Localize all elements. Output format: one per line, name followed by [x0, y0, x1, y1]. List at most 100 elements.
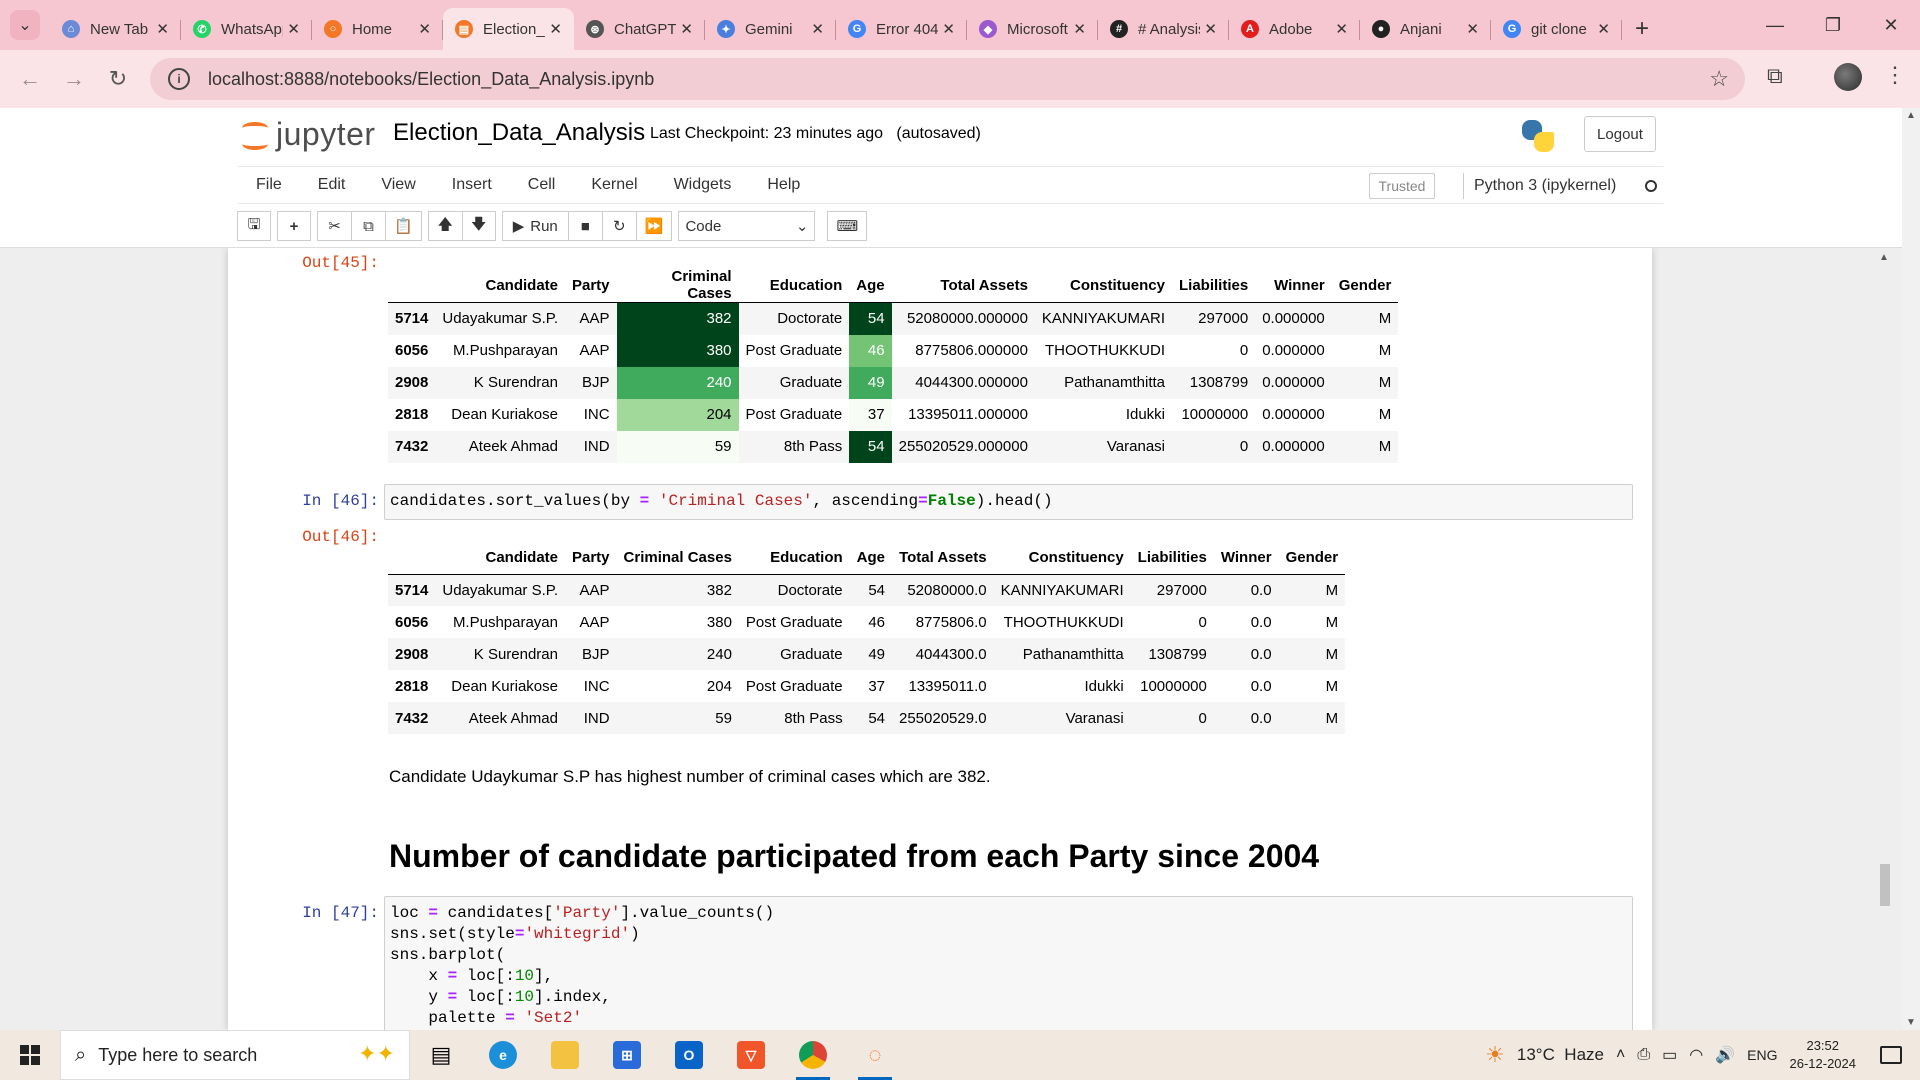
- cut-button[interactable]: ✂: [317, 211, 351, 241]
- browser-tab[interactable]: ⊛ ChatGPT ✕: [574, 8, 705, 50]
- browser-tab[interactable]: ✦ Gemini ✕: [705, 8, 836, 50]
- new-tab-button[interactable]: +: [1622, 8, 1662, 50]
- menu-file[interactable]: File: [238, 166, 300, 204]
- browser-tab[interactable]: ▤ Election_Data_Analysis✕: [443, 8, 574, 50]
- close-icon[interactable]: ✕: [680, 20, 693, 38]
- kernel-name[interactable]: Python 3 (ipykernel): [1474, 177, 1616, 195]
- command-palette-button[interactable]: ⌨: [827, 211, 868, 241]
- menu-help[interactable]: Help: [749, 166, 818, 204]
- extensions-icon[interactable]: ⧉: [1767, 63, 1783, 89]
- battery-icon[interactable]: ▭: [1662, 1045, 1677, 1065]
- wifi-icon[interactable]: ◠: [1689, 1045, 1703, 1065]
- close-icon[interactable]: ✕: [156, 20, 169, 38]
- menu-kernel[interactable]: Kernel: [573, 166, 655, 204]
- close-icon[interactable]: ✕: [1466, 20, 1479, 38]
- taskbar-jupyter[interactable]: ◌: [844, 1030, 906, 1080]
- restart-run-all-button[interactable]: ⏩: [635, 211, 673, 241]
- close-icon[interactable]: ✕: [287, 20, 300, 38]
- close-icon[interactable]: ✕: [1335, 20, 1348, 38]
- cell-type-value: Code: [685, 217, 722, 235]
- column-header: Liabilities: [1172, 268, 1256, 303]
- run-button[interactable]: ▶ Run: [501, 211, 568, 241]
- restart-button[interactable]: ↻: [601, 211, 636, 241]
- move-up-button[interactable]: 🡅: [427, 211, 462, 241]
- browser-tab[interactable]: ● Anjani ✕: [1360, 8, 1491, 50]
- close-icon[interactable]: ✕: [942, 20, 955, 38]
- task-view-button[interactable]: ▤: [410, 1030, 472, 1080]
- browser-tab[interactable]: ○ Home ✕: [312, 8, 443, 50]
- close-icon[interactable]: ✕: [549, 20, 562, 38]
- copy-button[interactable]: ⧉: [351, 211, 385, 241]
- weather-icon[interactable]: ☀: [1485, 1042, 1505, 1068]
- browser-tab[interactable]: ◆ Microsoft ✕: [967, 8, 1098, 50]
- weather-text[interactable]: 13°C Haze: [1517, 1045, 1604, 1065]
- browser-tab[interactable]: # # Analysis ✕: [1098, 8, 1229, 50]
- close-icon[interactable]: ✕: [1597, 20, 1610, 38]
- meet-now-icon[interactable]: ⎙: [1637, 1046, 1650, 1064]
- minimize-icon[interactable]: —: [1746, 0, 1804, 50]
- code-cell-47[interactable]: loc = candidates['Party'].value_counts()…: [384, 896, 1633, 1030]
- trusted-indicator[interactable]: Trusted: [1369, 173, 1435, 199]
- menu-cell[interactable]: Cell: [510, 166, 574, 204]
- notebook-name[interactable]: Election_Data_Analysis: [393, 119, 645, 147]
- forward-button[interactable]: →: [52, 59, 96, 99]
- bookmark-star-icon[interactable]: ☆: [1709, 66, 1729, 92]
- tab-search-button[interactable]: ⌄: [0, 0, 50, 50]
- browser-tab[interactable]: Ggit clone ✕: [1491, 8, 1622, 50]
- table-cell: Post Graduate: [745, 342, 843, 359]
- table-cell: M: [1378, 374, 1392, 391]
- close-icon[interactable]: ✕: [418, 20, 431, 38]
- browser-tab[interactable]: G Error 404 ✕: [836, 8, 967, 50]
- move-down-button[interactable]: 🡇: [461, 211, 496, 241]
- menu-insert[interactable]: Insert: [434, 166, 510, 204]
- close-icon[interactable]: ✕: [1204, 20, 1217, 38]
- back-button[interactable]: ←: [8, 59, 52, 99]
- browser-tab[interactable]: ⌂ New Tab ✕: [50, 8, 181, 50]
- code-cell-46[interactable]: candidates.sort_values(by = 'Criminal Ca…: [384, 484, 1633, 520]
- reload-button[interactable]: ↻: [96, 59, 140, 99]
- taskbar-edge[interactable]: e: [472, 1030, 534, 1080]
- scroll-up-icon[interactable]: ▲: [1906, 110, 1916, 121]
- notebook-scrollbar[interactable]: ▲: [1875, 248, 1893, 1030]
- url-text[interactable]: localhost:8888/notebooks/Election_Data_A…: [208, 69, 654, 90]
- browser-menu-icon[interactable]: ⋮: [1884, 62, 1906, 88]
- microsoft-copilot-icon: ◆: [979, 20, 997, 38]
- logout-button[interactable]: Logout: [1584, 116, 1656, 152]
- notification-icon[interactable]: [1880, 1046, 1902, 1064]
- taskbar-search[interactable]: ⌕ Type here to search ✦✦: [60, 1030, 410, 1080]
- close-icon[interactable]: ✕: [811, 20, 824, 38]
- insert-cell-button[interactable]: +: [277, 211, 311, 241]
- paste-button[interactable]: 📋: [385, 211, 422, 241]
- taskbar-file-explorer[interactable]: [534, 1030, 596, 1080]
- scrollbar-thumb[interactable]: [1880, 864, 1890, 906]
- browser-tab[interactable]: A Adobe ✕: [1229, 8, 1360, 50]
- interrupt-button[interactable]: ■: [567, 211, 602, 241]
- browser-tab[interactable]: ✆ WhatsApp ✕: [181, 8, 312, 50]
- taskbar-chrome[interactable]: [782, 1030, 844, 1080]
- url-bar[interactable]: i localhost:8888/notebooks/Election_Data…: [150, 58, 1745, 100]
- language-indicator[interactable]: ENG: [1747, 1047, 1777, 1063]
- output-prompt: Out[45]:: [302, 254, 379, 272]
- scroll-down-icon[interactable]: ▼: [1906, 1017, 1916, 1028]
- profile-avatar[interactable]: [1834, 63, 1862, 91]
- site-info-icon[interactable]: i: [168, 68, 190, 90]
- taskbar-outlook[interactable]: O: [658, 1030, 720, 1080]
- page-scrollbar[interactable]: ▲ ▼: [1902, 108, 1920, 1030]
- save-button[interactable]: 🖫: [237, 211, 271, 241]
- menu-widgets[interactable]: Widgets: [656, 166, 750, 204]
- cell-type-select[interactable]: Code ⌄: [678, 211, 816, 241]
- column-header: Winner: [1213, 542, 1279, 575]
- taskbar-store[interactable]: ⊞: [596, 1030, 658, 1080]
- close-icon[interactable]: ✕: [1073, 20, 1086, 38]
- jupyter-logo[interactable]: jupyter: [240, 116, 376, 153]
- menu-view[interactable]: View: [363, 166, 433, 204]
- taskbar-brave[interactable]: ▽: [720, 1030, 782, 1080]
- restore-icon[interactable]: ❐: [1804, 0, 1862, 50]
- scroll-up-icon[interactable]: ▲: [1879, 252, 1889, 263]
- volume-icon[interactable]: 🔊: [1715, 1045, 1735, 1065]
- start-button[interactable]: [0, 1030, 60, 1080]
- chevron-up-icon[interactable]: ˄: [1616, 1046, 1625, 1064]
- clock[interactable]: 23:52 26-12-2024: [1790, 1037, 1857, 1073]
- menu-edit[interactable]: Edit: [300, 166, 364, 204]
- close-window-icon[interactable]: ✕: [1862, 0, 1920, 50]
